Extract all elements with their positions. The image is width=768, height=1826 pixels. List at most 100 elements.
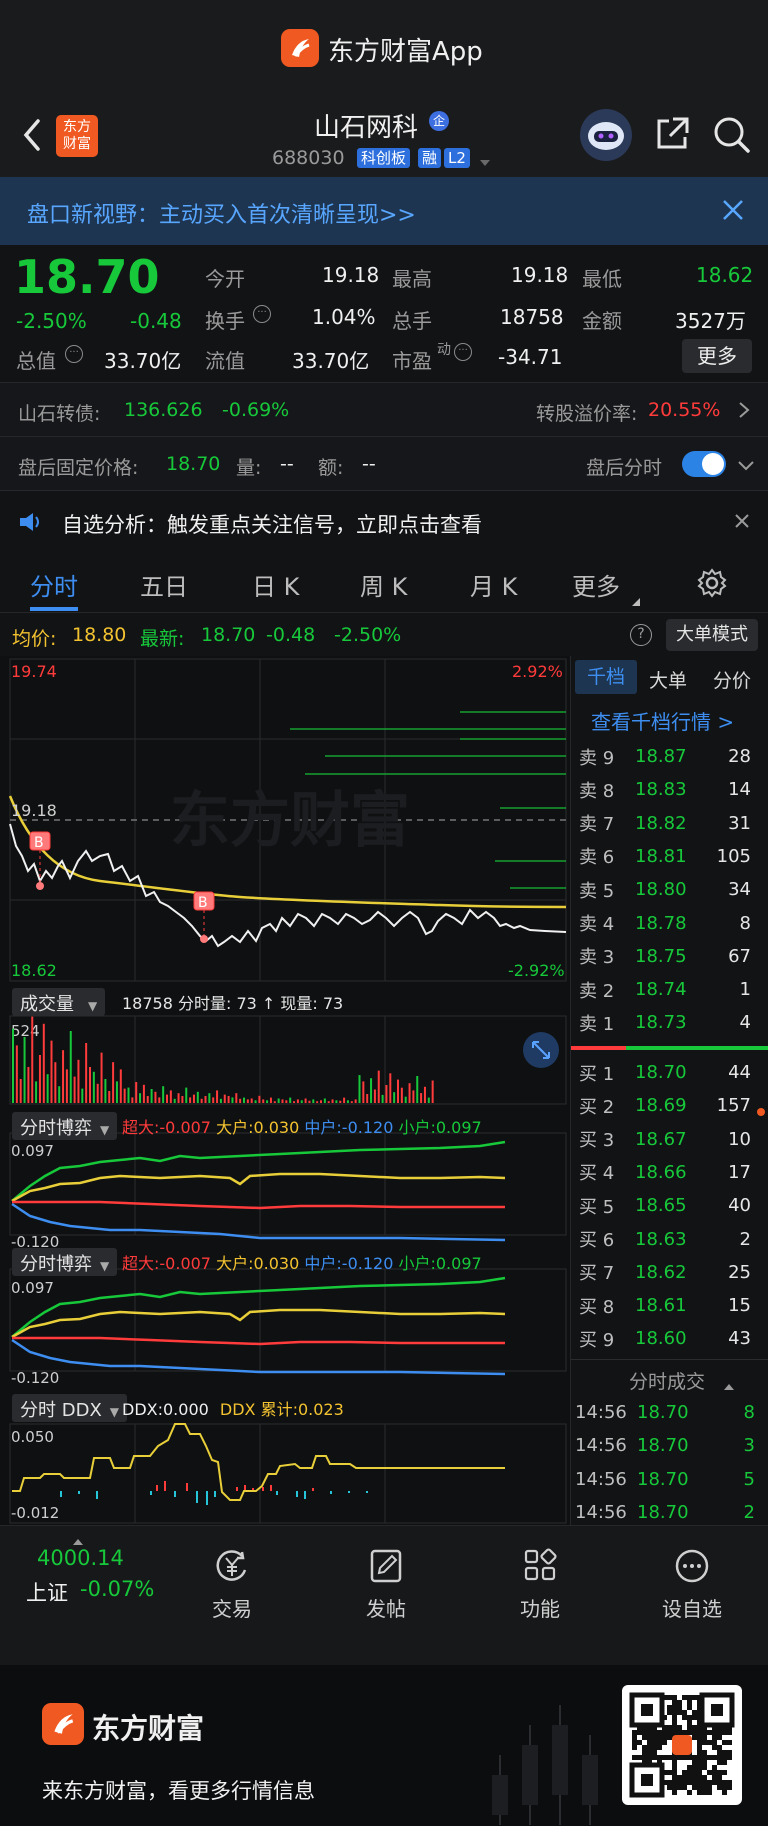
ask-label: 卖 3 <box>579 947 615 969</box>
help-icon[interactable]: ? <box>630 624 652 646</box>
ask-label: 卖 8 <box>579 780 615 802</box>
high-label: 最高 <box>392 267 432 291</box>
tab-week-k[interactable]: 周 K <box>360 567 407 602</box>
bid-row[interactable]: 买 3 18.67 10 <box>571 1123 761 1156</box>
legend-value: 0.030 <box>253 1254 300 1273</box>
notice-text[interactable]: 自选分析：触发重点关注信号，立即点击查看 <box>62 509 482 539</box>
legend-value: -0.120 <box>341 1254 394 1273</box>
close-icon[interactable] <box>720 197 746 227</box>
close-icon[interactable] <box>734 513 750 533</box>
ask-row[interactable]: 卖 3 18.75 67 <box>571 940 761 973</box>
index-pct[interactable]: -0.07% <box>80 1577 154 1601</box>
home-badge[interactable]: 东方 财富 <box>56 115 98 157</box>
promo-text[interactable]: 盘口新视野：主动买入首次清晰呈现>> <box>27 197 416 229</box>
convertible-bond-row[interactable]: 山石转债: 136.626 -0.69% 转股溢价率: 20.55% <box>0 382 768 436</box>
promo-banner[interactable]: 盘口新视野：主动买入首次清晰呈现>> <box>0 177 768 245</box>
share-icon[interactable] <box>653 115 691 157</box>
assistant-avatar-icon[interactable] <box>580 109 632 161</box>
bid-row[interactable]: 买 6 18.63 2 <box>571 1223 761 1256</box>
trade-row[interactable]: 14:56 18.70 5 <box>571 1463 761 1496</box>
ask-row[interactable]: 卖 9 18.87 28 <box>571 740 761 773</box>
ddx-bar <box>312 1488 314 1491</box>
ask-volume: 8 <box>739 912 751 934</box>
avg-value: 18.80 <box>72 624 127 646</box>
volume-info: 18758 分时量: 73 ↑ 现量: 73 <box>122 994 344 1013</box>
bid-row[interactable]: 买 8 18.61 15 <box>571 1289 761 1322</box>
volume-bar <box>216 1090 219 1103</box>
big-order-mode-button[interactable]: 大单模式 <box>666 619 758 651</box>
volume-bar <box>339 1100 342 1103</box>
more-button[interactable]: 更多 <box>682 339 752 373</box>
notice-bar[interactable]: 自选分析：触发重点关注信号，立即点击查看 <box>0 490 768 553</box>
back-icon[interactable] <box>20 117 44 157</box>
mktcap-value: 33.70亿 <box>104 349 182 373</box>
stock-header: 东方 财富 山石网科 企 688030 科创板 融 L2 <box>0 95 768 177</box>
after-hours-toggle[interactable] <box>682 451 726 477</box>
game2-selector-label: 分时博弈 <box>20 1254 92 1275</box>
trade-row[interactable]: 14:56 18.70 8 <box>571 1396 761 1429</box>
ask-row[interactable]: 卖 2 18.74 1 <box>571 973 761 1006</box>
ddx-bar <box>296 1491 298 1497</box>
dropdown-icon[interactable] <box>478 153 492 172</box>
volume-bar <box>293 1101 296 1103</box>
search-icon[interactable] <box>712 115 752 159</box>
ask-row[interactable]: 卖 6 18.81 105 <box>571 840 761 873</box>
trades-title[interactable]: 分时成交 <box>629 1367 705 1394</box>
dropdown-triangle-icon: ▼ <box>88 999 98 1013</box>
footer-ad[interactable]: 东方财富 来东方财富，看更多行情信息 <box>0 1665 768 1826</box>
ask-row[interactable]: 卖 4 18.78 8 <box>571 907 761 940</box>
bid-row[interactable]: 买 7 18.62 25 <box>571 1256 761 1289</box>
decorative-candles-icon <box>492 1705 598 1825</box>
volume-bar <box>115 1081 118 1103</box>
ask-row[interactable]: 卖 8 18.83 14 <box>571 773 761 806</box>
tab-depth[interactable]: 千档 <box>575 660 637 694</box>
nav-functions-label: 功能 <box>520 1597 560 1621</box>
tab-more[interactable]: 更多 <box>572 567 620 602</box>
tab-five-day[interactable]: 五日 <box>140 567 188 602</box>
legend-value: 0.030 <box>253 1118 300 1137</box>
caret-up-icon[interactable] <box>724 1376 734 1395</box>
volume-bar <box>58 1086 61 1103</box>
volume-indicator-selector[interactable]: 成交量 ▼ <box>12 988 106 1016</box>
info-icon[interactable]: ··· <box>454 343 472 361</box>
tab-intraday[interactable]: 分时 <box>30 567 78 602</box>
tab-price-dist[interactable]: 分价 <box>713 666 751 693</box>
bid-row[interactable]: 买 5 18.65 40 <box>571 1189 761 1222</box>
tab-day-k[interactable]: 日 K <box>252 567 299 602</box>
nav-functions[interactable]: 功能 <box>480 1548 600 1622</box>
bid-label: 买 3 <box>579 1130 615 1152</box>
bid-list: 买 1 18.70 44 买 2 18.69 157 买 3 18.67 10 买 4 18.66 1… <box>571 1056 768 1356</box>
nav-trade[interactable]: 交易 <box>172 1548 292 1622</box>
game2-legend: 超大:-0.007 大户:0.030 中户:-0.120 小户:0.097 <box>122 1250 482 1274</box>
index-name[interactable]: 上证 <box>26 1577 68 1607</box>
chevron-right-icon[interactable] <box>738 401 750 423</box>
game1-selector[interactable]: 分时博弈 ▼ <box>12 1112 118 1140</box>
ddx-selector-label: 分时 DDX <box>20 1400 102 1421</box>
chevron-down-icon[interactable] <box>737 457 755 476</box>
tab-month-k[interactable]: 月 K <box>470 567 517 602</box>
trade-label: 14:56 <box>575 1468 627 1490</box>
bid-row[interactable]: 买 4 18.66 17 <box>571 1156 761 1189</box>
game2-selector[interactable]: 分时博弈 ▼ <box>12 1248 118 1276</box>
ask-row[interactable]: 卖 1 18.73 4 <box>571 1006 761 1039</box>
bid-row[interactable]: 买 1 18.70 44 <box>571 1056 761 1089</box>
bid-row[interactable]: 买 2 18.69 157 <box>571 1089 761 1122</box>
buy-marker: B <box>34 835 44 851</box>
tab-big-orders[interactable]: 大单 <box>649 666 687 693</box>
volume-bar <box>169 1090 172 1103</box>
view-depth-link[interactable]: 查看千档行情 > <box>591 706 734 735</box>
volume-bar <box>173 1098 176 1103</box>
nav-add-watchlist[interactable]: 设自选 <box>632 1548 752 1622</box>
nav-post[interactable]: 发帖 <box>326 1548 446 1622</box>
index-value[interactable]: 4000.14 <box>37 1546 124 1570</box>
bid-row[interactable]: 买 9 18.60 43 <box>571 1322 761 1355</box>
info-icon[interactable]: ··· <box>253 305 271 323</box>
ask-row[interactable]: 卖 7 18.82 31 <box>571 807 761 840</box>
ask-row[interactable]: 卖 5 18.80 34 <box>571 873 761 906</box>
volume-bar <box>12 1028 14 1103</box>
trade-row[interactable]: 14:56 18.70 3 <box>571 1429 761 1462</box>
info-icon[interactable]: ··· <box>65 345 83 363</box>
ddx-selector[interactable]: 分时 DDX ▼ <box>12 1394 128 1422</box>
settings-icon[interactable] <box>696 567 728 603</box>
trade-row[interactable]: 14:56 18.70 2 <box>571 1496 761 1529</box>
